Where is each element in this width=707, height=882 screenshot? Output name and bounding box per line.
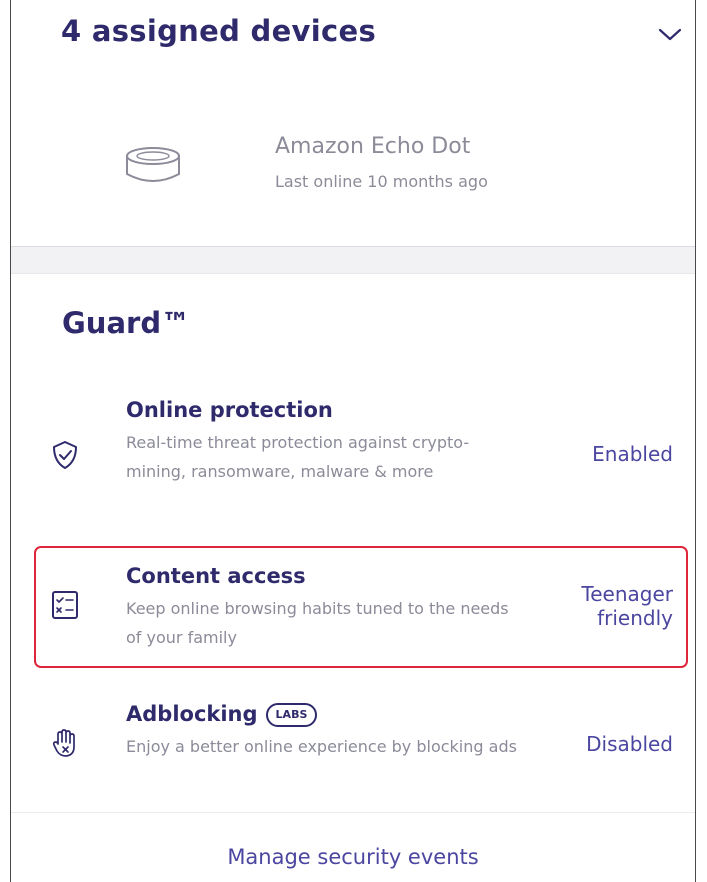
feature-status-line: Teenager	[581, 582, 673, 606]
footer-divider	[11, 812, 695, 813]
device-item[interactable]: Amazon Echo Dot Last online 10 months ag…	[121, 132, 641, 202]
feature-online-protection[interactable]: Online protection Real-time threat prote…	[11, 396, 695, 526]
feature-adblocking[interactable]: Adblocking LABS Enjoy a better online exp…	[11, 700, 695, 800]
shield-check-icon	[53, 441, 77, 469]
feature-title: Adblocking LABS	[126, 702, 318, 727]
hand-block-icon	[52, 729, 75, 757]
manage-security-events-link[interactable]: Manage security events	[11, 845, 695, 869]
feature-status[interactable]: Disabled	[586, 732, 673, 756]
feature-title: Online protection	[126, 398, 333, 422]
devices-header[interactable]: 4 assigned devices	[61, 14, 691, 62]
smart-speaker-icon	[126, 147, 180, 182]
feature-title-text: Adblocking	[126, 702, 258, 726]
feature-description: Keep online browsing habits tuned to the…	[126, 599, 509, 647]
section-divider	[11, 246, 695, 274]
device-last-online: Last online 10 months ago	[275, 172, 488, 191]
feature-content-access[interactable]: Content access Keep online browsing habi…	[11, 562, 695, 658]
checklist-icon	[52, 591, 78, 619]
feature-status[interactable]: Teenager friendly	[581, 582, 673, 630]
labs-badge: LABS	[265, 703, 318, 727]
feature-status-line: friendly	[597, 606, 673, 630]
device-name: Amazon Echo Dot	[275, 134, 471, 159]
feature-title: Content access	[126, 564, 306, 588]
guard-section-title: Guard™	[62, 306, 191, 340]
devices-section-title: 4 assigned devices	[61, 14, 377, 48]
device-guard-panel: 4 assigned devices Amazon Echo Dot Last …	[10, 0, 696, 882]
feature-description: Real-time threat protection against cryp…	[126, 433, 470, 481]
chevron-down-icon[interactable]	[657, 24, 683, 44]
feature-status[interactable]: Enabled	[592, 442, 673, 466]
feature-description: Enjoy a better online experience by bloc…	[126, 737, 517, 756]
